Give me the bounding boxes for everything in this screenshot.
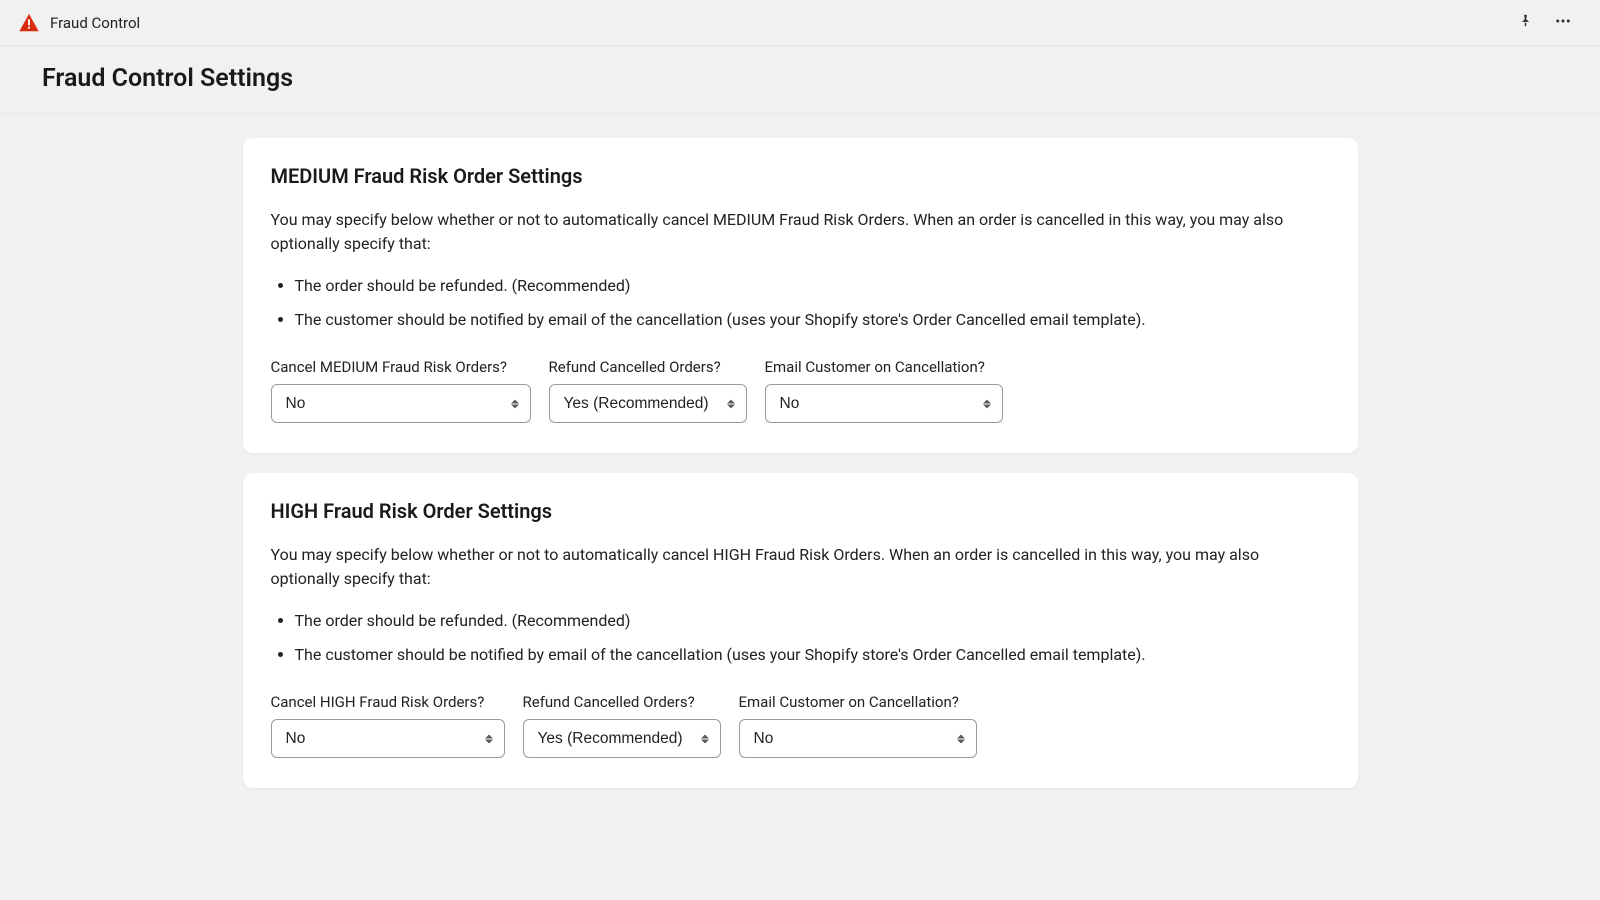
medium-email-group: Email Customer on Cancellation? No [765,358,1003,423]
medium-refund-group: Refund Cancelled Orders? Yes (Recommende… [549,358,747,423]
medium-bullet-list: The order should be refunded. (Recommend… [271,274,1330,332]
page-title: Fraud Control Settings [42,64,1558,93]
page-title-bar: Fraud Control Settings [0,46,1600,114]
medium-card-desc: You may specify below whether or not to … [271,208,1330,256]
more-horizontal-icon[interactable] [1554,12,1572,34]
app-header: Fraud Control [0,0,1600,46]
high-cancel-select-wrap: No [271,719,505,758]
warning-triangle-icon [18,12,40,34]
medium-cancel-group: Cancel MEDIUM Fraud Risk Orders? No [271,358,531,423]
high-refund-label: Refund Cancelled Orders? [523,693,721,711]
header-actions [1517,12,1582,34]
high-cancel-label: Cancel HIGH Fraud Risk Orders? [271,693,505,711]
high-refund-select-wrap: Yes (Recommended) [523,719,721,758]
medium-bullet-2: The customer should be notified by email… [295,308,1330,332]
high-email-select[interactable]: No [739,719,977,758]
medium-email-label: Email Customer on Cancellation? [765,358,1003,376]
medium-cancel-select-wrap: No [271,384,531,423]
medium-email-select-wrap: No [765,384,1003,423]
high-cancel-select[interactable]: No [271,719,505,758]
medium-selects-row: Cancel MEDIUM Fraud Risk Orders? No Refu… [271,358,1330,423]
high-bullet-list: The order should be refunded. (Recommend… [271,609,1330,667]
high-bullet-2: The customer should be notified by email… [295,643,1330,667]
high-card-desc: You may specify below whether or not to … [271,543,1330,591]
medium-refund-select-wrap: Yes (Recommended) [549,384,747,423]
high-risk-card: HIGH Fraud Risk Order Settings You may s… [243,473,1358,788]
high-bullet-1: The order should be refunded. (Recommend… [295,609,1330,633]
high-cancel-group: Cancel HIGH Fraud Risk Orders? No [271,693,505,758]
medium-refund-select[interactable]: Yes (Recommended) [549,384,747,423]
medium-card-title: MEDIUM Fraud Risk Order Settings [271,164,1330,188]
medium-refund-label: Refund Cancelled Orders? [549,358,747,376]
medium-cancel-label: Cancel MEDIUM Fraud Risk Orders? [271,358,531,376]
medium-risk-card: MEDIUM Fraud Risk Order Settings You may… [243,138,1358,453]
high-refund-select[interactable]: Yes (Recommended) [523,719,721,758]
high-refund-group: Refund Cancelled Orders? Yes (Recommende… [523,693,721,758]
high-email-label: Email Customer on Cancellation? [739,693,977,711]
high-email-select-wrap: No [739,719,977,758]
pin-icon[interactable] [1517,12,1534,33]
medium-cancel-select[interactable]: No [271,384,531,423]
content-area: MEDIUM Fraud Risk Order Settings You may… [0,114,1600,828]
header-left: Fraud Control [18,12,1517,34]
app-title: Fraud Control [50,14,140,32]
high-card-title: HIGH Fraud Risk Order Settings [271,499,1330,523]
high-selects-row: Cancel HIGH Fraud Risk Orders? No Refund… [271,693,1330,758]
medium-email-select[interactable]: No [765,384,1003,423]
medium-bullet-1: The order should be refunded. (Recommend… [295,274,1330,298]
high-email-group: Email Customer on Cancellation? No [739,693,977,758]
